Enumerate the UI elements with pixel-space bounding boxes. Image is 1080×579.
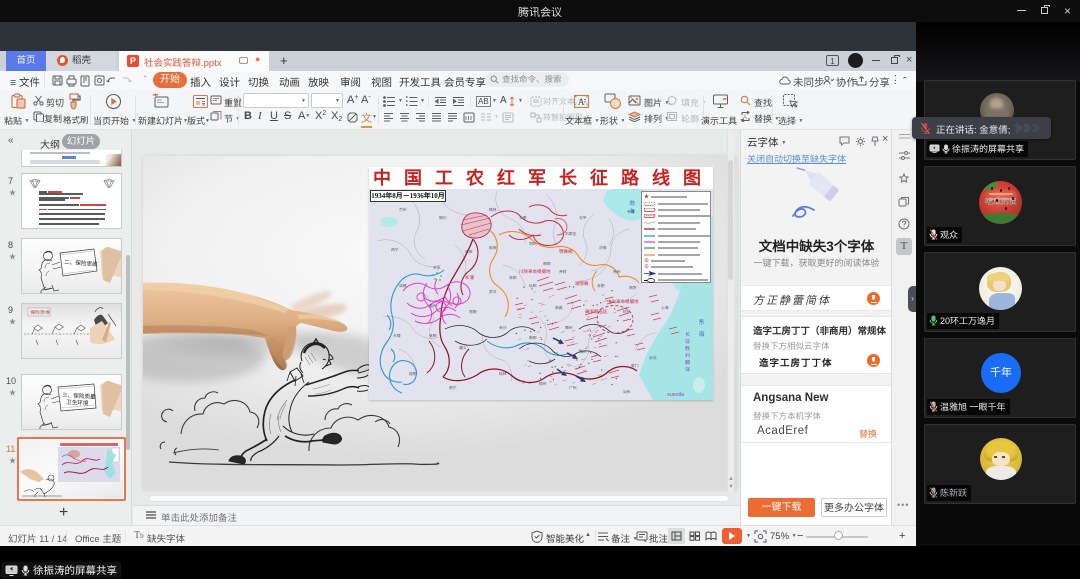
- svg-text:赣州: 赣州: [565, 325, 573, 330]
- svg-text:北平: 北平: [579, 215, 587, 220]
- svg-text:榆林: 榆林: [489, 207, 497, 212]
- svg-text:南京: 南京: [629, 285, 637, 290]
- svg-text:西宁: 西宁: [391, 247, 399, 252]
- svg-text:徐州: 徐州: [613, 269, 621, 274]
- svg-text:厦门: 厦门: [631, 363, 639, 368]
- svg-text:天津: 天津: [627, 209, 635, 214]
- svg-text:南昌: 南昌: [555, 305, 563, 310]
- svg-text:石家庄: 石家庄: [565, 231, 577, 236]
- svg-text:成都: 成都: [399, 283, 407, 288]
- svg-text:昆明: 昆明: [409, 371, 417, 376]
- svg-text:上海: 上海: [661, 305, 669, 310]
- svg-text:卫生环境: 卫生环境: [66, 399, 89, 407]
- svg-text:衡阳: 衡阳: [529, 335, 537, 340]
- svg-text:西安: 西安: [465, 249, 473, 254]
- svg-text:武汉: 武汉: [489, 289, 497, 294]
- svg-text:保险思维: 保险思维: [30, 309, 50, 316]
- svg-text:汕头: 汕头: [623, 389, 631, 394]
- svg-text:中央革命根据地: 中央革命根据地: [607, 299, 639, 304]
- svg-text:川陕革命根据地: 川陕革命根据地: [519, 269, 551, 274]
- svg-text:贵阳: 贵阳: [429, 333, 437, 338]
- svg-text:天水: 天水: [433, 265, 441, 270]
- svg-text:杭州: 杭州: [623, 309, 631, 314]
- svg-text:重庆: 重庆: [429, 303, 437, 308]
- svg-text:南宁: 南宁: [449, 385, 457, 390]
- svg-text:济南: 济南: [599, 245, 607, 250]
- svg-text:太原: 太原: [519, 215, 527, 220]
- svg-text:东海: 东海: [697, 317, 704, 341]
- svg-text:郑州: 郑州: [529, 241, 537, 246]
- svg-text:xuexila: xuexila: [667, 392, 685, 398]
- svg-text:长沙: 长沙: [499, 325, 507, 330]
- svg-text:银川: 银川: [439, 215, 447, 220]
- svg-text:湘鄂赣: 湘鄂赣: [575, 281, 589, 286]
- svg-text:广州: 广州: [569, 385, 577, 390]
- svg-text:台北: 台北: [649, 355, 657, 360]
- svg-text:信阳: 信阳: [529, 283, 537, 288]
- svg-text:福州: 福州: [579, 349, 587, 354]
- svg-text:合肥: 合肥: [597, 283, 605, 288]
- svg-text:洛阳: 洛阳: [509, 275, 517, 280]
- svg-text:延安: 延安: [489, 245, 497, 250]
- svg-text:闽浙赣系区: 闽浙赣系区: [585, 309, 608, 314]
- svg-text:遵义: 遵义: [459, 345, 467, 350]
- svg-text:兰州: 兰州: [399, 207, 407, 212]
- svg-text:松潘: 松潘: [465, 275, 474, 280]
- svg-text:大理: 大理: [393, 333, 401, 338]
- svg-text:梧州: 梧州: [539, 381, 547, 386]
- svg-text:南阳: 南阳: [543, 261, 551, 266]
- svg-text:鄂豫皖: 鄂豫皖: [559, 249, 573, 254]
- svg-text:恩施: 恩施: [469, 309, 477, 314]
- svg-text:开封: 开封: [559, 269, 567, 274]
- svg-text:长征胜利翻译: 长征胜利翻译: [684, 331, 690, 373]
- svg-text:A: A: [743, 115, 747, 121]
- svg-text:A: A: [578, 97, 585, 107]
- svg-text:桂林: 桂林: [499, 371, 507, 376]
